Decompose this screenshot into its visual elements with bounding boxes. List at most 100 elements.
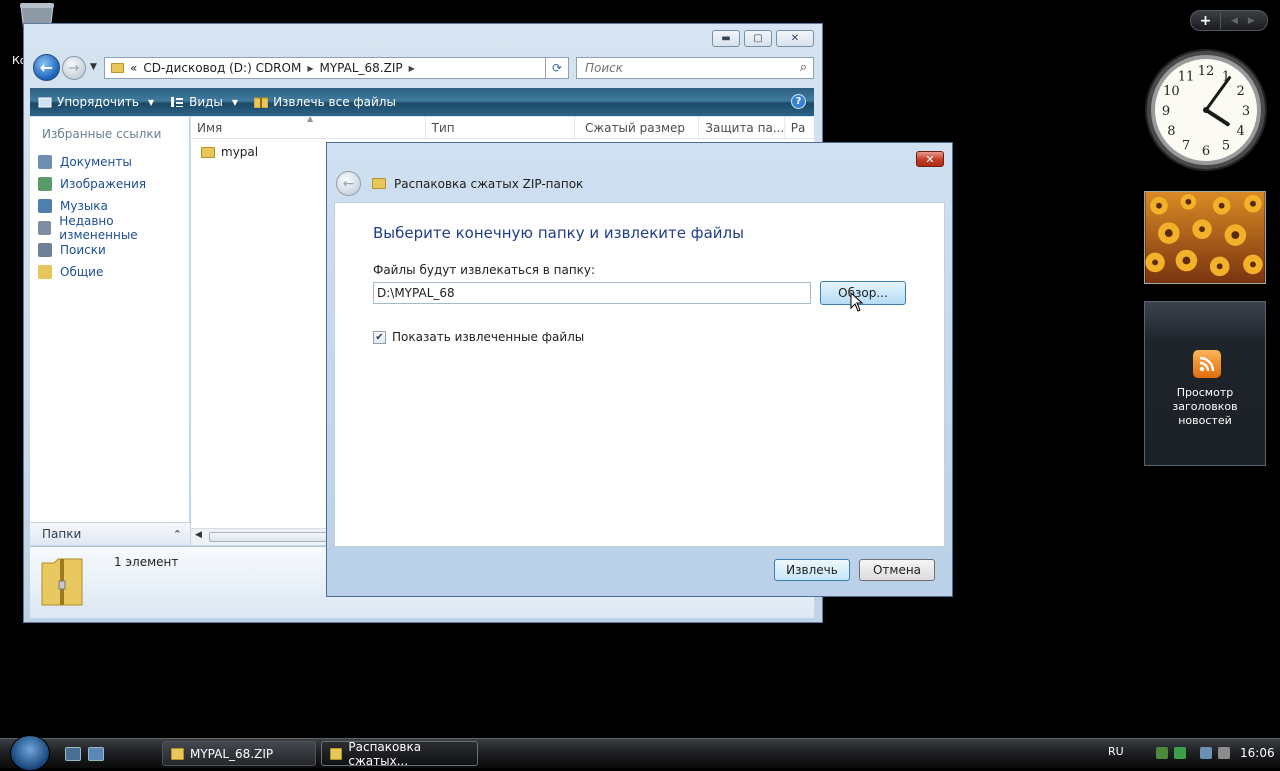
chevron-up-icon: ⌃	[172, 527, 182, 541]
scroll-left-icon[interactable]: ◀	[195, 530, 202, 540]
dialog-body: Выберите конечную папку и извлеките файл…	[334, 202, 945, 547]
scrollbar-thumb[interactable]	[209, 532, 329, 542]
breadcrumb-zip[interactable]: MYPAL_68.ZIP	[319, 61, 402, 75]
column-header-name[interactable]: Имя ▲	[191, 117, 426, 139]
search-icon[interactable]: ⌕	[800, 60, 807, 75]
list-item[interactable]: mypal	[201, 145, 258, 159]
column-header-size[interactable]: Ра	[785, 117, 814, 139]
search-box[interactable]: ⌕	[576, 57, 814, 79]
breadcrumb-separator-icon[interactable]: ▶	[409, 64, 415, 73]
start-button[interactable]	[10, 735, 50, 771]
volume-muted-icon[interactable]	[1218, 747, 1230, 759]
feed-headlines-gadget[interactable]: Просмотр заголовков новостей	[1144, 301, 1266, 466]
views-icon	[171, 97, 184, 107]
column-header-protection[interactable]: Защита па...	[699, 117, 785, 139]
mouse-cursor-icon	[850, 292, 864, 312]
organize-label: Упорядочить	[57, 95, 139, 109]
column-header-type[interactable]: Тип	[426, 117, 575, 139]
column-header-label: Тип	[431, 121, 455, 135]
close-button[interactable]: ✕	[916, 151, 944, 167]
minimize-button[interactable]: ▬	[712, 30, 740, 47]
extract-button[interactable]: Извлечь	[774, 559, 850, 581]
refresh-icon[interactable]: ⟳	[545, 57, 569, 79]
back-button[interactable]: ←	[33, 54, 60, 81]
file-name: mypal	[221, 145, 259, 159]
back-button[interactable]: ←	[336, 171, 361, 196]
zip-folder-icon	[41, 558, 83, 606]
clock-gadget[interactable]: 12 1234567891011	[1144, 48, 1268, 172]
favorite-link-recent[interactable]: Недавно измененные	[38, 214, 189, 242]
taskbar-button-extract-dialog[interactable]: Распаковка сжатых...	[321, 740, 478, 768]
forward-button[interactable]: →	[62, 56, 86, 80]
address-bar[interactable]: « CD-дисковод (D:) CDROM ▶ MYPAL_68.ZIP …	[104, 57, 564, 79]
documents-icon	[38, 155, 52, 169]
zip-folder-icon	[372, 178, 386, 189]
destination-path-field[interactable]	[373, 282, 811, 304]
show-desktop-icon[interactable]	[65, 747, 81, 761]
breadcrumb-separator-icon[interactable]: ▶	[307, 64, 313, 73]
organize-icon	[38, 97, 52, 108]
favorite-link-label: Поиски	[60, 243, 106, 257]
gadget-controls: + ◀ ▶	[1190, 10, 1268, 31]
maximize-button[interactable]: ▢	[744, 30, 772, 47]
feeds-label-line: Просмотр заголовков	[1172, 386, 1238, 413]
add-gadget-button[interactable]: +	[1191, 12, 1221, 29]
taskbar-button-explorer[interactable]: MYPAL_68.ZIP	[162, 741, 316, 766]
favorite-link-label: Недавно измененные	[59, 214, 138, 242]
column-header-label: Сжатый размер	[584, 121, 686, 135]
language-indicator[interactable]: RU	[1108, 745, 1124, 758]
cancel-button[interactable]: Отмена	[859, 559, 935, 581]
taskbar-button-label: MYPAL_68.ZIP	[190, 746, 274, 761]
show-files-label: Показать извлеченные файлы	[392, 330, 585, 344]
rss-feed-icon	[1193, 350, 1221, 378]
item-count: 1 элемент	[114, 555, 179, 569]
previous-gadgets-icon[interactable]: ◀	[1231, 16, 1238, 26]
chevron-down-icon: ▼	[147, 97, 155, 107]
show-files-checkbox[interactable]: ✔	[373, 330, 386, 344]
clock-numeral: 3	[1242, 104, 1250, 119]
switch-windows-icon[interactable]	[88, 747, 104, 761]
system-clock[interactable]: 16:06	[1240, 746, 1275, 760]
organize-button[interactable]: Упорядочить ▼	[30, 88, 162, 116]
column-headers: Имя ▲ Тип Сжатый размер Защита па... Ра	[191, 117, 814, 139]
favorite-link-searches[interactable]: Поиски	[38, 239, 189, 261]
show-files-option[interactable]: ✔ Показать извлеченные файлы	[373, 330, 584, 344]
favorite-link-public[interactable]: Общие	[38, 261, 189, 283]
clock-numeral: 6	[1202, 144, 1210, 159]
breadcrumb-cd-drive[interactable]: CD-дисковод (D:) CDROM	[143, 61, 301, 75]
security-tray-icon[interactable]	[1174, 747, 1186, 759]
views-button[interactable]: Виды ▼	[162, 88, 246, 116]
feeds-label-line: новостей	[1178, 414, 1232, 427]
dialog-heading: Выберите конечную папку и извлеките файл…	[373, 224, 744, 242]
column-header-compressed-size[interactable]: Сжатый размер	[575, 117, 700, 139]
favorite-link-label: Музыка	[60, 199, 108, 213]
window-caption-buttons: ▬ ▢ ✕	[712, 30, 814, 47]
search-input[interactable]	[583, 60, 773, 76]
favorite-link-documents[interactable]: Документы	[38, 151, 189, 173]
close-button[interactable]: ✕	[776, 30, 814, 47]
views-label: Виды	[189, 95, 223, 109]
network-tray-icon[interactable]	[1200, 747, 1212, 759]
breadcrumb-overflow[interactable]: «	[130, 61, 137, 75]
navigation-bar: ← → ▼ « CD-дисковод (D:) CDROM ▶ MYPAL_6…	[30, 54, 814, 82]
clock-numeral: 9	[1162, 104, 1170, 119]
extract-wizard-dialog: ✕ ← Распаковка сжатых ZIP-папок Выберите…	[326, 142, 953, 597]
zip-folder-icon	[330, 747, 343, 760]
extract-all-button[interactable]: Извлечь все файлы	[246, 88, 404, 116]
horizontal-scrollbar[interactable]: ◀	[191, 528, 331, 545]
recent-pages-dropdown-icon[interactable]: ▼	[90, 62, 97, 72]
slideshow-gadget[interactable]	[1144, 191, 1266, 284]
favorite-link-pictures[interactable]: Изображения	[38, 173, 189, 195]
favorite-link-label: Общие	[60, 265, 104, 279]
folder-icon	[201, 146, 215, 158]
navigation-pane: Избранные ссылки Документы Изображения М…	[30, 117, 190, 545]
command-toolbar: Упорядочить ▼ Виды ▼ Извлечь все файлы ?	[30, 88, 814, 116]
searches-icon	[38, 243, 52, 257]
folders-toggle[interactable]: Папки ⌃	[30, 522, 190, 545]
favorite-link-label: Изображения	[60, 177, 147, 191]
next-gadgets-icon[interactable]: ▶	[1248, 16, 1255, 26]
pictures-icon	[38, 177, 52, 191]
help-icon[interactable]: ?	[791, 94, 806, 109]
favorite-links: Документы Изображения Музыка Недавно изм…	[38, 151, 189, 283]
antivirus-tray-icon[interactable]	[1156, 747, 1168, 759]
